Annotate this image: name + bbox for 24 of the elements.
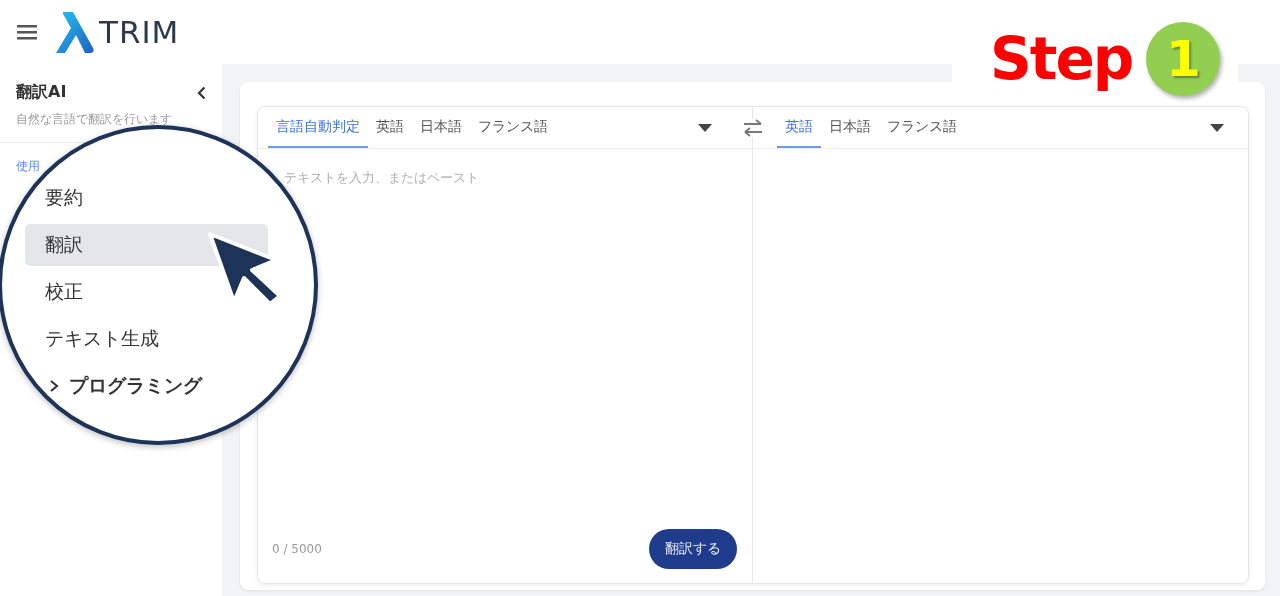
language-tab[interactable]: 言語自動判定: [268, 107, 368, 148]
menu-group[interactable]: プログラミング: [25, 365, 268, 407]
step-label: Step: [990, 25, 1133, 93]
menu-icon[interactable]: [17, 24, 37, 40]
dropdown-icon[interactable]: [1210, 123, 1224, 132]
menu-item[interactable]: テキスト生成: [25, 318, 268, 360]
step-number: 1: [1146, 22, 1221, 96]
language-tab[interactable]: フランス語: [879, 107, 965, 148]
logo-icon: [55, 10, 97, 54]
sidebar-subtitle: 自然な言語で翻訳を行います: [16, 111, 173, 128]
dropdown-icon[interactable]: [698, 123, 712, 132]
language-tab[interactable]: 日本語: [821, 107, 879, 148]
collapse-icon[interactable]: [197, 85, 206, 100]
language-tab[interactable]: 英語: [368, 107, 412, 148]
placeholder-text: テキストを入力、またはペースト: [284, 170, 479, 185]
character-counter: 0 / 5000: [272, 542, 322, 556]
translate-button[interactable]: 翻訳する: [649, 529, 737, 569]
chevron-right-icon: [49, 380, 59, 392]
language-tab[interactable]: 日本語: [412, 107, 470, 148]
menu-item[interactable]: 要約: [25, 177, 268, 219]
language-tab[interactable]: フランス語: [470, 107, 556, 148]
sidebar-title: 翻訳AI: [16, 82, 67, 103]
logo-text: TRIM: [99, 14, 180, 50]
language-tab[interactable]: 英語: [777, 107, 821, 148]
